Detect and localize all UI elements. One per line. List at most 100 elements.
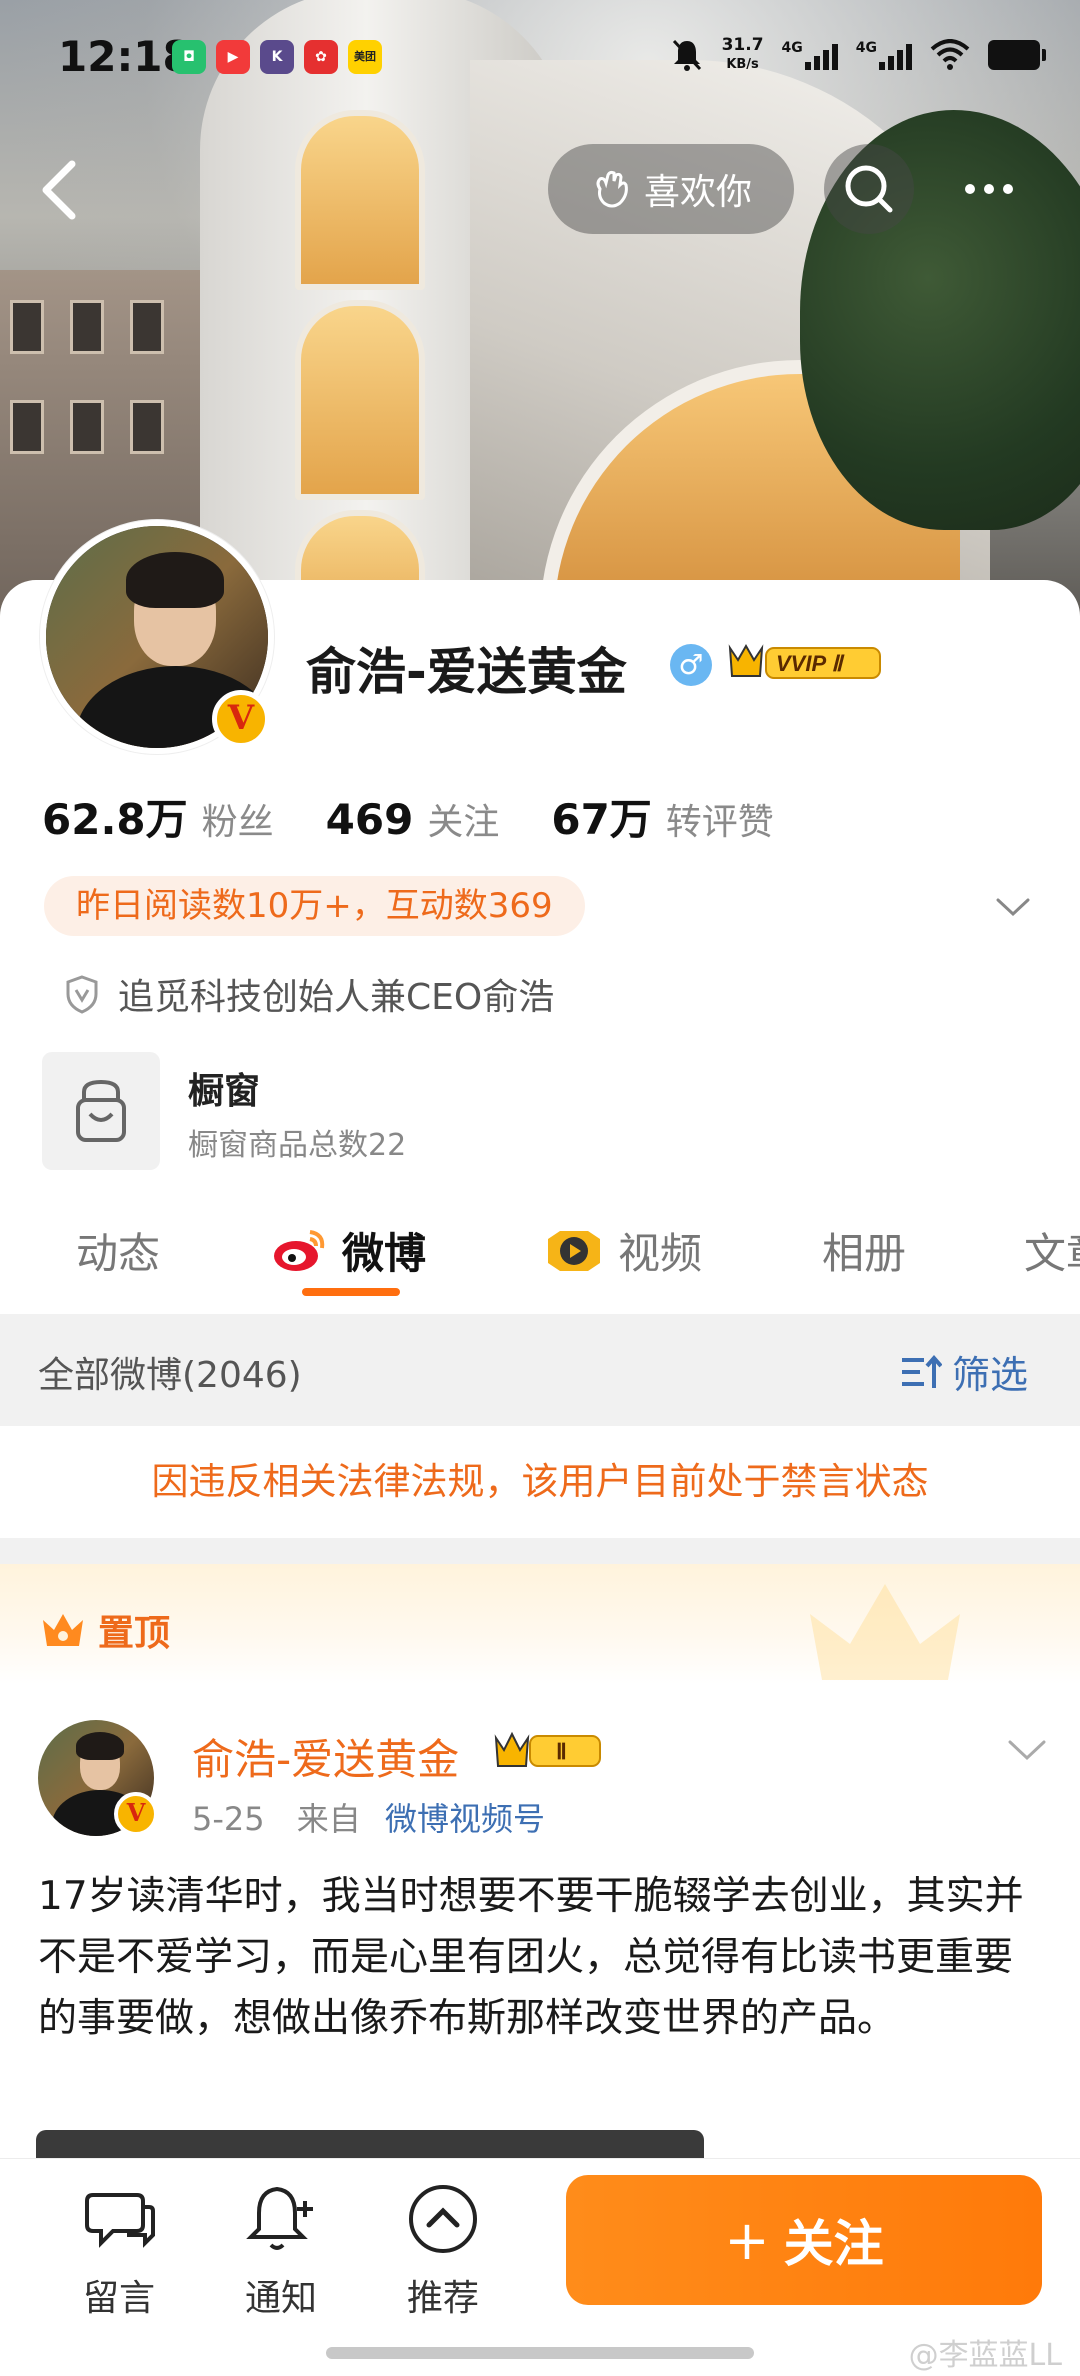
following-count[interactable]: 469 xyxy=(326,795,414,844)
following-label[interactable]: 关注 xyxy=(427,793,499,845)
post-source-link[interactable]: 微博视频号 xyxy=(385,1800,545,1838)
vvip-badge-text: VVIP Ⅱ xyxy=(776,651,845,676)
k-app-icon: K xyxy=(260,40,294,74)
signal-bars-icon xyxy=(804,40,838,70)
signal-bars-icon xyxy=(879,40,912,70)
hand-heart-icon xyxy=(596,170,628,208)
follow-label: 关注 xyxy=(783,2215,884,2273)
more-dots-icon xyxy=(965,184,1013,194)
male-gender-icon: ♂ xyxy=(670,644,712,686)
engagement-label: 转评赞 xyxy=(665,802,774,843)
watermark: @李蓝蓝LL xyxy=(908,2338,1062,2373)
notify-button[interactable]: 通知 xyxy=(226,2179,336,2321)
active-tab-indicator xyxy=(302,1288,400,1296)
post-author-name[interactable]: 俞浩-爱送黄金 xyxy=(192,1726,459,1787)
all-posts-count[interactable]: 全部微博(2046) xyxy=(38,1346,302,1398)
message-board-icon xyxy=(85,2193,155,2248)
crown-level-badge-icon[interactable]: Ⅱ xyxy=(494,1728,610,1772)
filter-label: 筛选 xyxy=(951,1353,1028,1397)
recommend-label: 推荐 xyxy=(406,2278,479,2319)
xiaomi-app-icon: ◘ xyxy=(172,40,206,74)
filter-sort-icon xyxy=(901,1354,942,1388)
like-you-button[interactable]: 喜欢你 xyxy=(548,144,794,234)
tab-weibo-label: 微博 xyxy=(342,1229,427,1278)
post-text[interactable]: 17岁读清华时，我当时想要不要干脆辍学去创业，其实并不是不爱学习，而是心里有团火… xyxy=(38,1866,1048,2049)
chevron-down-icon[interactable] xyxy=(990,884,1036,930)
post-date: 5-25 xyxy=(192,1800,265,1838)
tab-weibo[interactable]: 微博 xyxy=(270,1220,426,1281)
message-button[interactable]: 留言 xyxy=(64,2179,174,2321)
crown-watermark-icon xyxy=(810,1584,960,1680)
pinned-text: 置顶 xyxy=(98,1613,171,1654)
shop-title: 橱窗 xyxy=(188,1071,261,1112)
mute-bell-icon xyxy=(672,39,701,71)
engagement-count: 67万 xyxy=(551,795,652,844)
red-app-icon: ✿ xyxy=(304,40,338,74)
tab-article[interactable]: 文章 xyxy=(1024,1220,1080,1281)
profile-name: 俞浩-爱送黄金 xyxy=(306,643,627,701)
section-divider xyxy=(0,1538,1080,1564)
tab-video[interactable]: 视频 xyxy=(544,1220,702,1281)
chevron-left-icon xyxy=(42,160,76,220)
back-button[interactable] xyxy=(28,150,92,230)
system-indicators: 31.7 KB/s 4G 4G xyxy=(670,36,1046,74)
post-meta: 5-25 来自 微博视频号 xyxy=(192,1794,545,1840)
signal-1-label: 4G xyxy=(781,40,803,56)
chevron-down-icon[interactable] xyxy=(1002,1730,1052,1770)
shield-icon xyxy=(66,975,98,1014)
profile-tabs: 动态 微博 视频 相册 文章 xyxy=(0,1210,1080,1310)
shop-box xyxy=(42,1052,160,1170)
tab-album[interactable]: 相册 xyxy=(822,1220,906,1281)
bell-plus-icon xyxy=(246,2186,313,2250)
crown-badge-text: Ⅱ xyxy=(556,1739,567,1764)
search-icon xyxy=(845,165,893,213)
filter-button[interactable]: 筛选 xyxy=(898,1344,1028,1399)
chevron-up-circle-icon xyxy=(409,2185,477,2253)
shop-window-entry[interactable]: 橱窗 橱窗商品总数22 xyxy=(42,1052,942,1172)
signal-1: 4G xyxy=(782,40,838,70)
message-label: 留言 xyxy=(82,2278,155,2319)
tab-dynamics[interactable]: 动态 xyxy=(76,1220,160,1281)
post-from-label: 来自 xyxy=(296,1800,361,1838)
pinned-header: 置顶 xyxy=(0,1564,1080,1684)
weibo-logo-icon xyxy=(274,1229,325,1271)
tab-album-label: 相册 xyxy=(822,1229,907,1278)
vvip-badge-icon[interactable]: VVIP Ⅱ xyxy=(728,640,888,684)
more-button[interactable] xyxy=(944,144,1034,234)
wifi-icon xyxy=(930,39,970,70)
speed-value: 31.7 xyxy=(721,35,764,55)
verified-v-icon: V xyxy=(114,1792,158,1836)
crown-icon xyxy=(43,1614,83,1646)
pinned-label: 置顶 xyxy=(40,1604,170,1656)
followers-label[interactable]: 粉丝 xyxy=(202,793,274,845)
status-bar: 12:18 ◘ ▶ K ✿ 美团 31.7 KB/s 4G 4G xyxy=(0,0,1080,120)
network-speed: 31.7 KB/s xyxy=(722,36,764,74)
signal-2-label: 4G xyxy=(855,40,877,56)
notification-icons: ◘ ▶ K ✿ 美团 xyxy=(172,40,382,74)
followers-count[interactable]: 62.8万 xyxy=(42,786,188,847)
video-play-icon xyxy=(548,1230,600,1271)
home-indicator[interactable] xyxy=(326,2347,754,2359)
certification-text: 追觅科技创始人兼CEO俞浩 xyxy=(118,977,555,1018)
like-you-label: 喜欢你 xyxy=(643,172,752,213)
filter-bar: 全部微博(2046) 筛选 xyxy=(0,1314,1080,1426)
tab-article-label: 文章 xyxy=(1024,1229,1080,1278)
shopping-bag-icon xyxy=(76,1079,126,1142)
follow-button[interactable]: + 关注 xyxy=(566,2175,1042,2305)
meituan-app-icon: 美团 xyxy=(348,40,382,74)
ban-notice: 因违反相关法律法规，该用户目前处于禁言状态 xyxy=(0,1426,1080,1538)
post-media-thumbnail[interactable] xyxy=(36,2130,704,2160)
profile-stats: 62.8万 粉丝 469 关注 67万 转评赞 xyxy=(42,786,826,847)
speed-unit: KB/s xyxy=(726,57,759,72)
plus-icon: + xyxy=(724,2208,770,2272)
reading-stats-badge[interactable]: 昨日阅读数10万+，互动数369 xyxy=(44,876,585,936)
signal-2: 4G xyxy=(856,40,912,70)
video-app-icon: ▶ xyxy=(216,40,250,74)
verified-v-icon: V xyxy=(212,690,270,748)
shop-subtitle: 橱窗商品总数22 xyxy=(188,1128,407,1163)
search-button[interactable] xyxy=(824,144,914,234)
tab-video-label: 视频 xyxy=(618,1229,703,1278)
tab-dynamics-label: 动态 xyxy=(76,1229,161,1278)
battery-icon xyxy=(988,40,1046,70)
recommend-button[interactable]: 推荐 xyxy=(388,2179,498,2321)
